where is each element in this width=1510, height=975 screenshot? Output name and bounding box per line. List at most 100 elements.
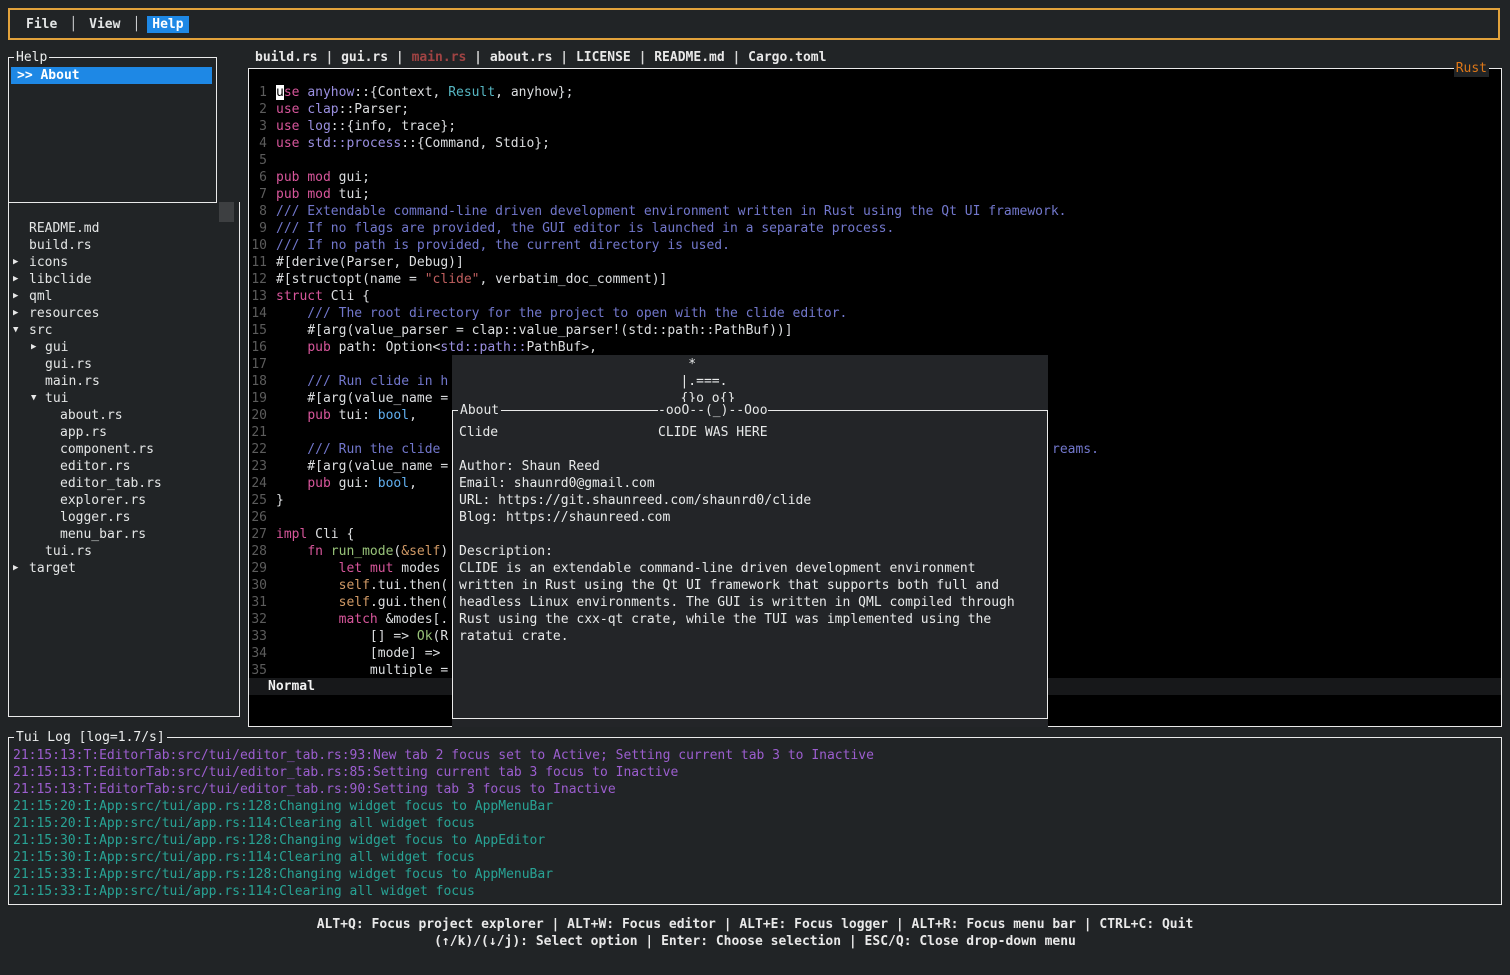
- editor-mode-label: Normal: [268, 678, 315, 695]
- ascii-art: * |.===. {}o o{}: [657, 356, 735, 407]
- tree-item-label: editor_tab.rs: [60, 475, 162, 492]
- menu-separator: │: [69, 16, 77, 33]
- chevron-right-icon: ▶: [13, 254, 18, 271]
- code-text: #[arg(value_name =: [276, 390, 448, 407]
- clipped-doc-comment-fragment: reams.: [1052, 441, 1099, 458]
- tree-item-editor-rs[interactable]: editor.rs: [9, 458, 239, 475]
- tab-README-md[interactable]: README.md: [654, 50, 724, 65]
- tree-item-tui[interactable]: ▼tui: [9, 390, 239, 407]
- menu-option-about[interactable]: >> About: [11, 67, 212, 84]
- log-line: 21:15:13:T:EditorTab:src/tui/editor_tab.…: [13, 764, 678, 781]
- line-number: 6: [249, 169, 267, 186]
- code-text: #[structopt(name = "clide", verbatim_doc…: [276, 271, 667, 288]
- tab-separator: |: [388, 50, 411, 65]
- tab-Cargo-toml[interactable]: Cargo.toml: [748, 50, 826, 65]
- tab-separator: |: [725, 50, 748, 65]
- keybindings-line-2: (↑/k)/(↓/j): Select option | Enter: Choo…: [0, 933, 1510, 950]
- tree-item-tui-rs[interactable]: tui.rs: [9, 543, 239, 560]
- about-description-line: written in Rust using the Qt UI framewor…: [459, 577, 999, 594]
- scrollbar-thumb[interactable]: [219, 202, 234, 222]
- about-author: Author: Shaun Reed: [459, 458, 600, 475]
- about-description-label: Description:: [459, 543, 553, 560]
- line-number: 2: [249, 101, 267, 118]
- chevron-right-icon: ▶: [13, 271, 18, 288]
- line-number: 1: [249, 84, 267, 101]
- tree-item-about-rs[interactable]: about.rs: [9, 407, 239, 424]
- log-line: 21:15:30:I:App:src/tui/app.rs:128:Changi…: [13, 832, 545, 849]
- line-number: 21: [249, 424, 267, 441]
- tree-item-libclide[interactable]: ▶ libclide: [9, 271, 239, 288]
- tab-separator: |: [552, 50, 575, 65]
- tree-item-label: tui: [45, 390, 68, 407]
- code-text: #[arg(value_parser = clap::value_parser!…: [276, 322, 793, 339]
- about-description-line: Rust using the cxx-qt crate, while the T…: [459, 611, 991, 628]
- line-number: 17: [249, 356, 267, 373]
- tree-item-gui-rs[interactable]: gui.rs: [9, 356, 239, 373]
- tree-item-logger-rs[interactable]: logger.rs: [9, 509, 239, 526]
- tree-item-label: main.rs: [45, 373, 100, 390]
- tree-item-label: libclide: [29, 271, 92, 288]
- tree-item-main-rs[interactable]: main.rs: [9, 373, 239, 390]
- tree-item-menu_bar-rs[interactable]: menu_bar.rs: [9, 526, 239, 543]
- menu-bar: File │ View │ Help: [8, 8, 1500, 40]
- about-app-name: Clide: [459, 424, 498, 441]
- code-text: use log::{info, trace};: [276, 118, 456, 135]
- tree-item-label: editor.rs: [60, 458, 130, 475]
- tree-item-target[interactable]: ▶target: [9, 560, 239, 577]
- line-number: 3: [249, 118, 267, 135]
- tab-separator: |: [631, 50, 654, 65]
- tab-about-rs[interactable]: about.rs: [490, 50, 553, 65]
- code-text: match &modes[.: [276, 611, 448, 628]
- tree-item-build-rs[interactable]: build.rs: [9, 237, 239, 254]
- line-number: 16: [249, 339, 267, 356]
- tree-item-README-md[interactable]: README.md: [9, 220, 239, 237]
- help-dropdown-menu: Help >> About: [8, 57, 217, 203]
- line-number: 27: [249, 526, 267, 543]
- tree-item-editor_tab-rs[interactable]: editor_tab.rs: [9, 475, 239, 492]
- code-text: #[derive(Parser, Debug)]: [276, 254, 464, 271]
- tree-item-label: icons: [29, 254, 68, 271]
- code-text: pub tui: bool,: [276, 407, 417, 424]
- tree-item-gui[interactable]: ▶gui: [9, 339, 239, 356]
- about-tagline: CLIDE WAS HERE: [658, 424, 768, 441]
- code-text: self.gui.then(: [276, 594, 448, 611]
- tree-item-resources[interactable]: ▶resources: [9, 305, 239, 322]
- menu-item-file[interactable]: File: [21, 16, 62, 33]
- line-number: 15: [249, 322, 267, 339]
- line-number: 9: [249, 220, 267, 237]
- code-text: self.tui.then(: [276, 577, 448, 594]
- code-text: use std::process::{Command, Stdio};: [276, 135, 550, 152]
- tab-separator: |: [466, 50, 489, 65]
- about-email: Email: shaunrd0@gmail.com: [459, 475, 655, 492]
- tree-item-label: explorer.rs: [60, 492, 146, 509]
- project-explorer: README.mdbuild.rs▶icons▶libclide▶qml▶res…: [8, 202, 240, 717]
- about-blog: Blog: https://shaunreed.com: [459, 509, 670, 526]
- code-text: }: [276, 492, 284, 509]
- about-popup: * |.===. {}o o{} About -ooO--(_)--Ooo Cl…: [452, 355, 1048, 727]
- menu-item-help[interactable]: Help: [147, 16, 188, 33]
- editor-tab-strip: build.rs | gui.rs | main.rs | about.rs |…: [255, 49, 826, 66]
- code-text: use clap::Parser;: [276, 101, 409, 118]
- tree-item-qml[interactable]: ▶qml: [9, 288, 239, 305]
- line-number: 24: [249, 475, 267, 492]
- tree-item-label: target: [29, 560, 76, 577]
- tree-item-icons[interactable]: ▶ icons: [9, 254, 239, 271]
- line-number: 22: [249, 441, 267, 458]
- tree-item-label: app.rs: [60, 424, 107, 441]
- tree-item-app-rs[interactable]: app.rs: [9, 424, 239, 441]
- tree-item-explorer-rs[interactable]: explorer.rs: [9, 492, 239, 509]
- tree-item-label: about.rs: [60, 407, 123, 424]
- tab-build-rs[interactable]: build.rs: [255, 50, 318, 65]
- menu-item-view[interactable]: View: [84, 16, 125, 33]
- tab-gui-rs[interactable]: gui.rs: [341, 50, 388, 65]
- tab-main-rs[interactable]: main.rs: [412, 50, 467, 65]
- menu-separator: │: [132, 16, 140, 33]
- tree-item-component-rs[interactable]: component.rs: [9, 441, 239, 458]
- line-number: 28: [249, 543, 267, 560]
- code-text: struct Cli {: [276, 288, 370, 305]
- about-dialog-title: About: [458, 402, 501, 419]
- tab-LICENSE[interactable]: LICENSE: [576, 50, 631, 65]
- tree-item-label: gui: [45, 339, 68, 356]
- tree-item-src[interactable]: ▼src: [9, 322, 239, 339]
- code-text: [mode] =>: [276, 645, 440, 662]
